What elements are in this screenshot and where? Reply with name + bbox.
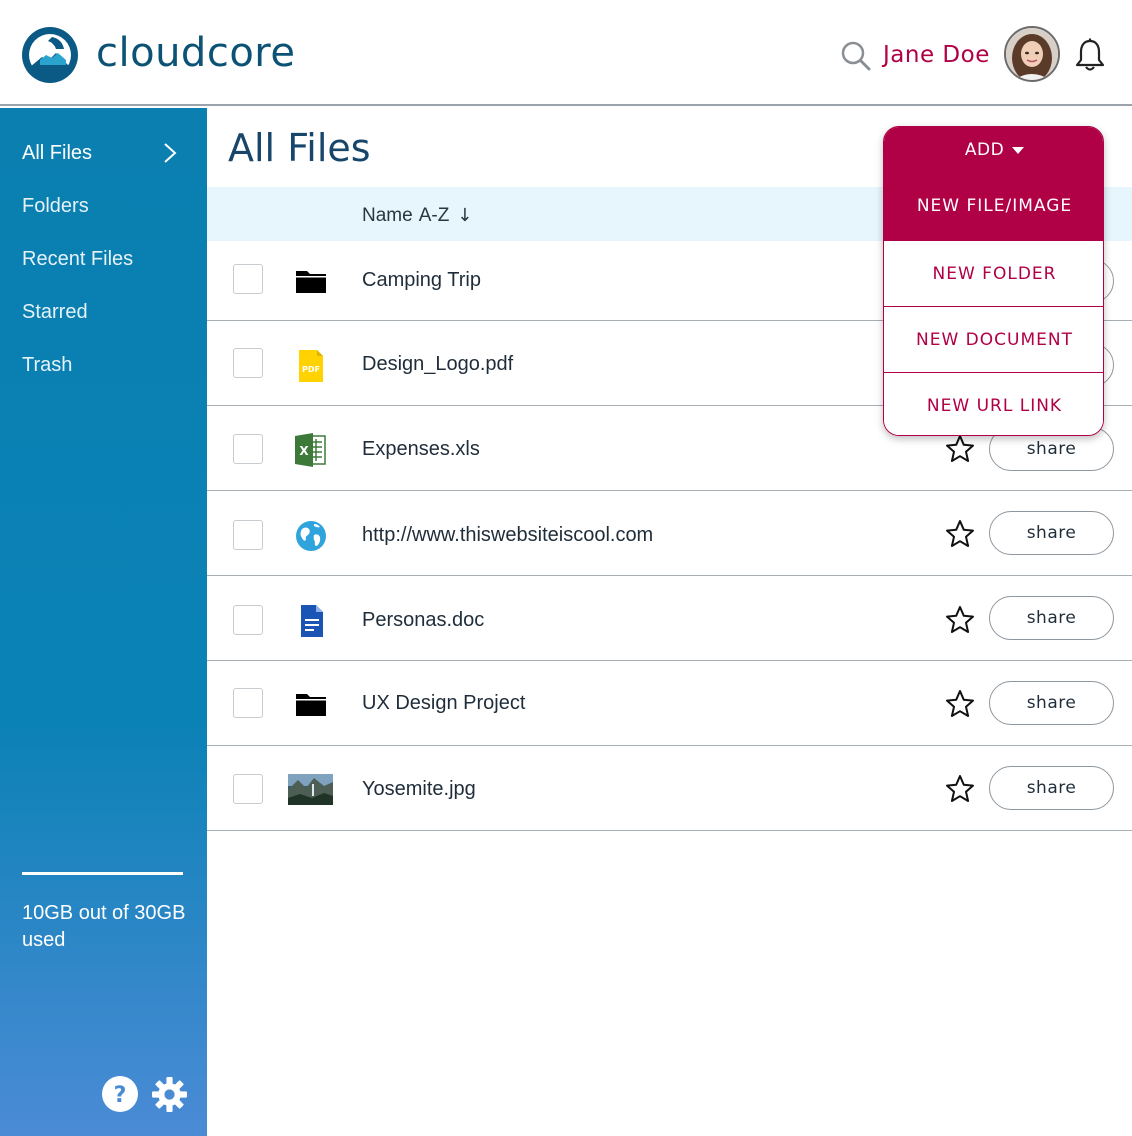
file-name[interactable]: UX Design Project: [362, 692, 525, 715]
file-name[interactable]: Personas.doc: [362, 609, 484, 632]
gear-icon[interactable]: [151, 1076, 188, 1113]
file-name[interactable]: Yosemite.jpg: [362, 778, 476, 801]
row-checkbox[interactable]: [233, 774, 263, 804]
image-thumbnail: [288, 774, 333, 805]
sidebar: All Files Folders Recent Files Starred T…: [0, 108, 207, 1136]
globe-icon: [296, 521, 326, 551]
sort-label: Name: [362, 205, 413, 226]
avatar[interactable]: [1004, 26, 1060, 82]
add-button[interactable]: ADD: [884, 127, 1103, 173]
row-checkbox[interactable]: [233, 688, 263, 718]
file-row[interactable]: Yosemite.jpg share: [207, 746, 1132, 831]
file-name[interactable]: http://www.thiswebsiteiscool.com: [362, 524, 653, 547]
excel-icon: X: [295, 433, 326, 467]
menu-item-new-document[interactable]: NEW DOCUMENT: [884, 306, 1103, 372]
menu-item-new-folder[interactable]: NEW FOLDER: [884, 240, 1103, 306]
star-icon[interactable]: [945, 689, 975, 719]
pdf-icon: PDF: [299, 350, 323, 382]
pdf-icon-text: PDF: [302, 365, 320, 374]
star-icon[interactable]: [945, 605, 975, 635]
sort-by-name-button[interactable]: Name A-Z ↓: [362, 205, 472, 227]
menu-item-new-file-image[interactable]: NEW FILE/IMAGE: [884, 173, 1103, 240]
star-icon[interactable]: [945, 434, 975, 464]
storage-usage-text: 10GB out of 30GB used: [22, 902, 186, 951]
user-name[interactable]: Jane Doe: [883, 42, 990, 68]
svg-text:?: ?: [114, 1083, 127, 1108]
folder-icon: [296, 271, 326, 293]
document-icon: [301, 605, 323, 637]
chevron-right-icon[interactable]: [162, 142, 178, 164]
share-button[interactable]: share: [989, 766, 1114, 810]
sidebar-item-folders[interactable]: Folders: [22, 195, 89, 218]
file-name[interactable]: Design_Logo.pdf: [362, 353, 513, 376]
file-row[interactable]: Personas.doc share: [207, 576, 1132, 661]
share-button[interactable]: share: [989, 511, 1114, 555]
row-checkbox[interactable]: [233, 264, 263, 294]
add-dropdown-menu: ADD NEW FILE/IMAGE NEW FOLDER NEW DOCUME…: [883, 126, 1104, 436]
sidebar-item-trash[interactable]: Trash: [22, 354, 72, 377]
sidebar-item-recent-files[interactable]: Recent Files: [22, 248, 133, 271]
star-icon[interactable]: [945, 774, 975, 804]
sidebar-item-all-files[interactable]: All Files: [22, 142, 92, 165]
add-label: ADD: [964, 140, 1005, 160]
excel-icon-text: X: [299, 444, 309, 458]
folder-icon: [296, 694, 326, 716]
file-row[interactable]: UX Design Project share: [207, 661, 1132, 746]
brand-name: cloudcore: [96, 30, 296, 76]
avatar-photo: [1006, 28, 1058, 80]
file-name[interactable]: Camping Trip: [362, 269, 481, 292]
bell-icon[interactable]: [1074, 38, 1106, 72]
top-header: cloudcore Jane Doe: [0, 0, 1132, 106]
storage-divider: [22, 872, 183, 875]
row-checkbox[interactable]: [233, 520, 263, 550]
menu-item-new-url-link[interactable]: NEW URL LINK: [884, 372, 1103, 435]
file-name[interactable]: Expenses.xls: [362, 438, 480, 461]
cloudcore-logo-icon[interactable]: [22, 27, 78, 83]
caret-down-icon: [1012, 146, 1025, 154]
help-icon[interactable]: ?: [102, 1076, 138, 1112]
star-icon[interactable]: [945, 519, 975, 549]
row-checkbox[interactable]: [233, 348, 263, 378]
row-checkbox[interactable]: [233, 605, 263, 635]
share-button[interactable]: share: [989, 596, 1114, 640]
sort-arrow-icon: ↓: [457, 205, 473, 226]
file-row[interactable]: http://www.thiswebsiteiscool.com share: [207, 491, 1132, 576]
page-title: All Files: [228, 126, 371, 170]
sidebar-item-starred[interactable]: Starred: [22, 301, 88, 324]
search-icon[interactable]: [840, 40, 872, 72]
share-button[interactable]: share: [989, 681, 1114, 725]
row-checkbox[interactable]: [233, 434, 263, 464]
sort-order: A-Z: [418, 205, 450, 226]
